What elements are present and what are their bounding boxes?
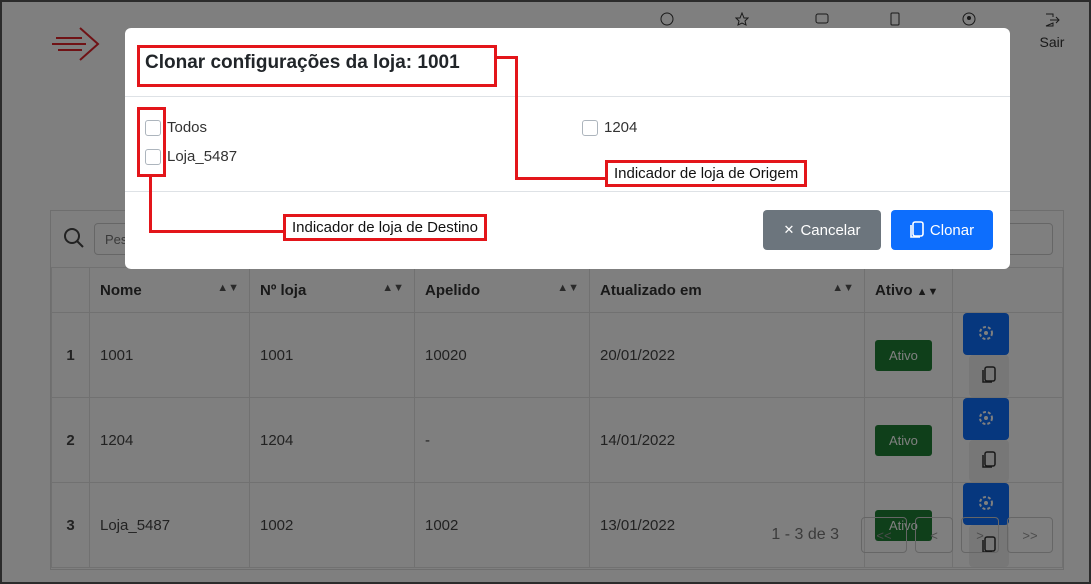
checkbox-highlight-box: [137, 107, 166, 177]
checkbox-label: Todos: [167, 119, 208, 136]
origin-connector-h1: [497, 56, 517, 59]
origin-connector-h2: [515, 177, 607, 180]
origin-annotation-label: Indicador de loja de Origem: [605, 160, 808, 187]
cancel-button[interactable]: ✕ Cancelar: [763, 210, 881, 250]
destination-connector-v: [149, 177, 152, 233]
checkbox-label: 1204: [604, 119, 638, 136]
destination-connector-h: [149, 230, 285, 233]
checkbox-1204[interactable]: [582, 119, 598, 136]
copy-icon: [910, 221, 924, 238]
checkbox-label: Loja_5487: [167, 148, 238, 165]
clone-label: Clonar: [929, 221, 975, 239]
origin-connector-v: [515, 56, 518, 180]
destination-annotation-label: Indicador de loja de Destino: [283, 214, 487, 241]
clone-button[interactable]: Clonar: [891, 210, 993, 250]
close-icon: ✕: [783, 222, 795, 237]
checkbox-option-1204[interactable]: 1204: [582, 119, 637, 136]
cancel-label: Cancelar: [800, 221, 861, 239]
title-highlight-box: [137, 45, 497, 87]
